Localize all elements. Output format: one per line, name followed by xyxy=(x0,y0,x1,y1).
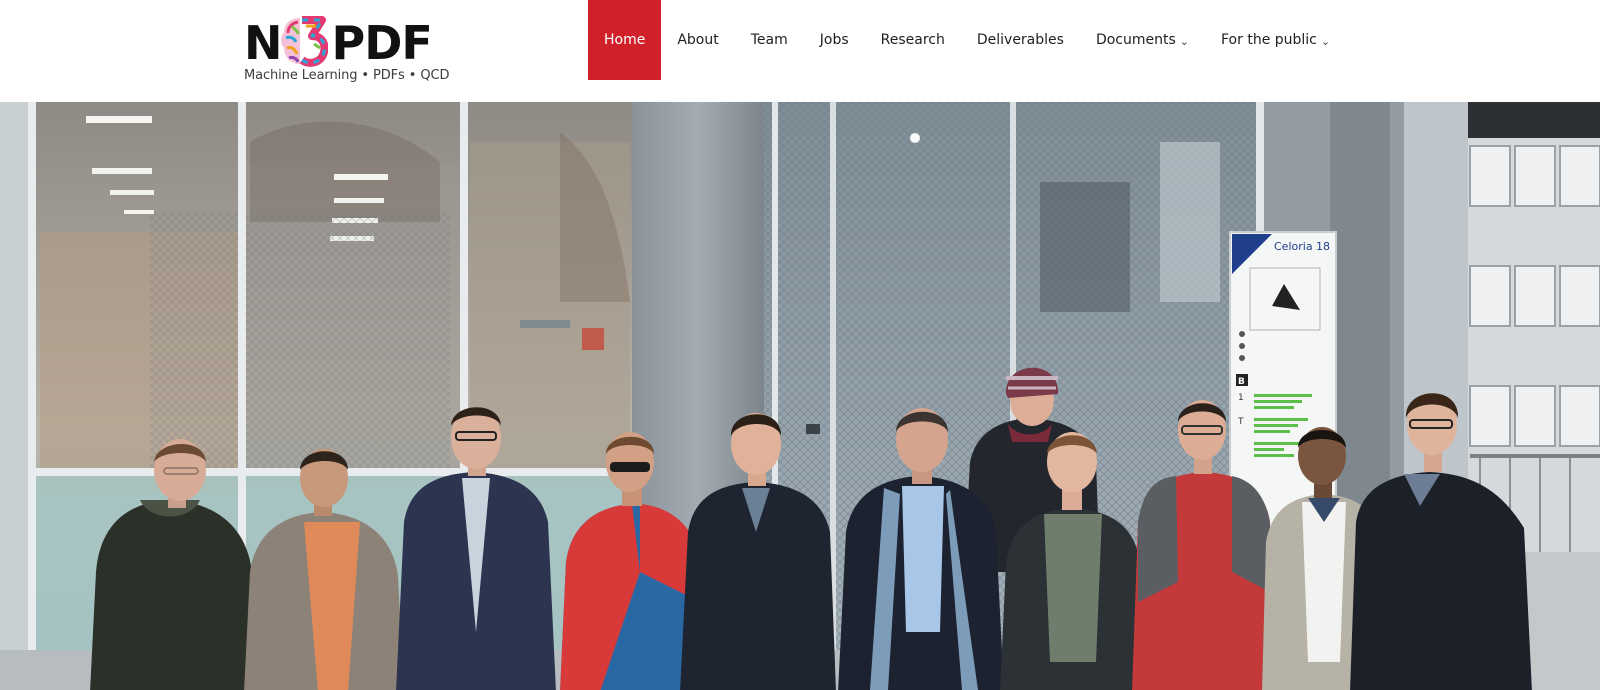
sign-floor-1: 1 xyxy=(1238,393,1244,403)
nav-label: About xyxy=(677,32,719,48)
nav-item-jobs[interactable]: Jobs xyxy=(804,0,865,80)
logo-letters-pdf: PDF xyxy=(331,16,433,70)
logo-wordmark: N PDF xyxy=(244,16,433,70)
nav-label: Team xyxy=(750,32,788,48)
nav-label: Research xyxy=(880,32,945,48)
sign-floor-b: B xyxy=(1238,377,1245,387)
chevron-down-icon: ⌄ xyxy=(1320,34,1331,48)
nav-item-for-the-public[interactable]: For the public ⌄ xyxy=(1205,0,1346,80)
nav-label: Documents xyxy=(1095,32,1176,48)
sign-title: Celoria 18 xyxy=(1274,240,1330,253)
nav-item-team[interactable]: Team xyxy=(735,0,804,80)
nav-label: For the public xyxy=(1221,32,1317,48)
main-nav: Home About Team Jobs Research Deliverabl… xyxy=(588,0,1346,80)
nav-label: Jobs xyxy=(819,32,849,48)
nav-item-home[interactable]: Home xyxy=(588,0,662,80)
nav-label: Home xyxy=(604,32,646,48)
site-header: N PDF Machine Learning • PDFs • QCD Home … xyxy=(0,0,1600,102)
nav-item-about[interactable]: About xyxy=(661,0,734,80)
nav-item-deliverables[interactable]: Deliverables xyxy=(961,0,1080,80)
group-photo-illustration: Celoria 18 B 1 T xyxy=(0,102,1600,690)
nav-item-documents[interactable]: Documents ⌄ xyxy=(1080,0,1205,80)
chevron-down-icon: ⌄ xyxy=(1179,34,1189,48)
brain-3-colorful-icon xyxy=(281,16,328,67)
site-logo[interactable]: N PDF Machine Learning • PDFs • QCD xyxy=(244,14,454,86)
hero-group-photo: Celoria 18 B 1 T xyxy=(0,102,1600,690)
sign-floor-t: T xyxy=(1237,417,1244,427)
logo-tagline: Machine Learning • PDFs • QCD xyxy=(244,68,450,83)
nav-label: Deliverables xyxy=(976,32,1064,48)
nav-item-research[interactable]: Research xyxy=(865,0,961,80)
